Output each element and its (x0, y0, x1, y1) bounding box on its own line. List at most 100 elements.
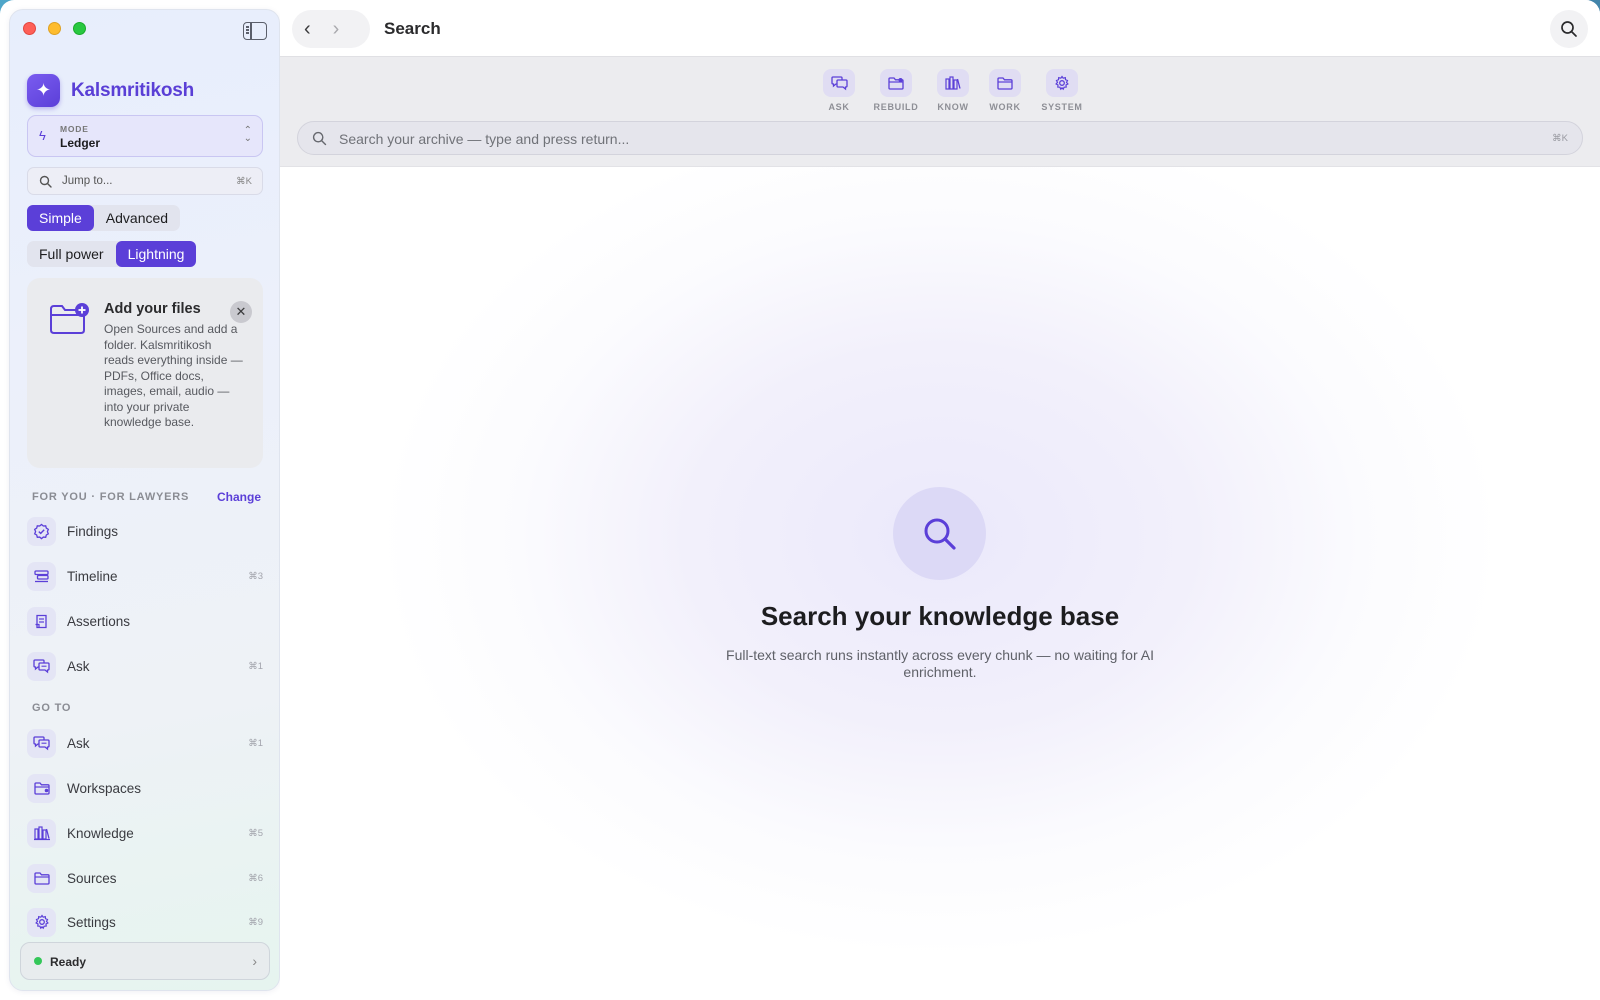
sidebar-item-settings[interactable]: Settings ⌘9 (27, 906, 263, 938)
card-body: Open Sources and add a folder. Kalsmriti… (104, 322, 243, 429)
tool-label: KNOW (937, 102, 969, 112)
archive-search-input[interactable]: Search your archive — type and press ret… (297, 121, 1583, 155)
sidebar-item-findings[interactable]: Findings (27, 515, 263, 547)
for-you-heading: FOR YOU · FOR LAWYERS (32, 491, 190, 503)
sidebar-toggle-icon[interactable] (243, 22, 267, 40)
workspace-folder-icon (880, 69, 912, 97)
minimize-window-button[interactable] (48, 22, 61, 35)
status-bar[interactable]: Ready › (20, 942, 270, 980)
power-toggle: Full power Lightning (27, 241, 197, 267)
window-controls (23, 22, 86, 35)
sparkle-logo-icon: ✦ (27, 74, 60, 107)
empty-state-title: Search your knowledge base (760, 601, 1120, 631)
findings-icon (27, 516, 56, 546)
zoom-window-button[interactable] (73, 22, 86, 35)
close-window-button[interactable] (23, 22, 36, 35)
nav-shortcut: ⌘1 (248, 737, 263, 749)
tool-rebuild[interactable]: REBUILD (872, 69, 920, 112)
search-icon (1561, 21, 1577, 37)
sidebar-item-workspaces[interactable]: Workspaces (27, 772, 263, 804)
jump-to-input[interactable]: Jump to... ⌘K (27, 167, 263, 195)
folder-icon (989, 69, 1021, 97)
sidebar-item-sources[interactable]: Sources ⌘6 (27, 862, 263, 894)
page-title: Search (384, 19, 441, 38)
app-window: ✦ Kalsmritikosh ϟ MODE Ledger ⌃ ⌄ Jump to… (0, 0, 1600, 1000)
tool-label: REBUILD (873, 102, 919, 112)
card-title: Add your files (104, 301, 201, 317)
jump-shortcut: ⌘K (236, 176, 252, 187)
sidebar: ✦ Kalsmritikosh ϟ MODE Ledger ⌃ ⌄ Jump to… (9, 9, 280, 991)
nav-shortcut: ⌘5 (248, 827, 263, 839)
folder-add-icon (50, 303, 89, 334)
simple-option[interactable]: Simple (27, 205, 94, 231)
tool-strip: ASK REBUILD KNOW WORK SYSTEM (820, 69, 1086, 112)
main-content: Search your knowledge base Full-text sea… (280, 167, 1600, 1000)
complexity-toggle: Simple Advanced (27, 205, 181, 231)
chat-icon (27, 651, 56, 681)
sidebar-item-ask[interactable]: Ask ⌘1 (27, 727, 263, 759)
nav-shortcut: ⌘6 (248, 872, 263, 884)
nav-label: Assertions (67, 613, 131, 629)
sidebar-item-assertions[interactable]: Assertions (27, 605, 263, 637)
onboarding-card: Add your files Open Sources and add a fo… (27, 278, 263, 468)
chat-icon (27, 728, 56, 758)
search-icon (39, 175, 52, 188)
status-dot (34, 957, 42, 965)
tool-label: WORK (989, 102, 1021, 112)
title-bar: ‹ › Search (280, 0, 1600, 56)
chat-icon (823, 69, 855, 97)
forward-arrow-icon[interactable]: › (333, 18, 340, 41)
gear-icon (1046, 69, 1078, 97)
tool-system[interactable]: SYSTEM (1038, 69, 1086, 112)
advanced-option[interactable]: Advanced (94, 205, 180, 231)
nav-shortcut: ⌘1 (248, 660, 263, 672)
tool-ask[interactable]: ASK (820, 69, 858, 112)
nav-label: Settings (67, 914, 116, 930)
change-link[interactable]: Change (217, 490, 261, 504)
app-name: Kalsmritikosh (71, 79, 195, 101)
nav-label: Ask (67, 658, 90, 674)
archive-search-placeholder: Search your archive — type and press ret… (339, 131, 630, 147)
tool-label: SYSTEM (1041, 102, 1083, 112)
jump-to-placeholder: Jump to... (62, 175, 113, 187)
mode-selector[interactable]: ϟ MODE Ledger ⌃ ⌄ (27, 115, 263, 157)
history-nav: ‹ › (292, 10, 370, 48)
close-icon[interactable]: ✕ (230, 301, 252, 323)
timeline-icon (27, 561, 56, 591)
archive-search-shortcut: ⌘K (1552, 133, 1568, 144)
chevron-right-icon: › (252, 953, 257, 969)
nav-label: Findings (67, 523, 119, 539)
mode-label: MODE (60, 124, 89, 134)
workspace-folder-icon (27, 773, 56, 803)
nav-label: Ask (67, 735, 90, 751)
assertions-icon (27, 606, 56, 636)
back-arrow-icon[interactable]: ‹ (304, 18, 311, 41)
books-icon (937, 69, 969, 97)
bolt-icon: ϟ (39, 128, 46, 143)
sidebar-item-knowledge[interactable]: Knowledge ⌘5 (27, 817, 263, 849)
nav-label: Workspaces (67, 780, 142, 796)
nav-shortcut: ⌘9 (248, 916, 263, 928)
empty-state-subtitle: Full-text search runs instantly across e… (726, 647, 1154, 680)
status-label: Ready (50, 955, 87, 969)
mode-value: Ledger (60, 136, 101, 150)
tool-work[interactable]: WORK (986, 69, 1024, 112)
nav-label: Timeline (67, 568, 118, 584)
search-button[interactable] (1550, 10, 1588, 48)
books-icon (27, 818, 56, 848)
chevron-updown-icon: ⌃ ⌄ (243, 125, 252, 144)
nav-label: Knowledge (67, 825, 134, 841)
brand: ✦ Kalsmritikosh (27, 74, 194, 107)
sidebar-item-ask[interactable]: Ask ⌘1 (27, 650, 263, 682)
nav-shortcut: ⌘3 (248, 570, 263, 582)
search-icon (893, 487, 986, 580)
folder-icon (27, 863, 56, 893)
full-power-option[interactable]: Full power (27, 241, 116, 267)
tool-know[interactable]: KNOW (934, 69, 972, 112)
nav-label: Sources (67, 870, 117, 886)
sidebar-item-timeline[interactable]: Timeline ⌘3 (27, 560, 263, 592)
gear-icon (27, 907, 56, 937)
go-to-heading: GO TO (32, 702, 72, 714)
search-icon (312, 131, 327, 146)
lightning-option[interactable]: Lightning (115, 241, 197, 267)
